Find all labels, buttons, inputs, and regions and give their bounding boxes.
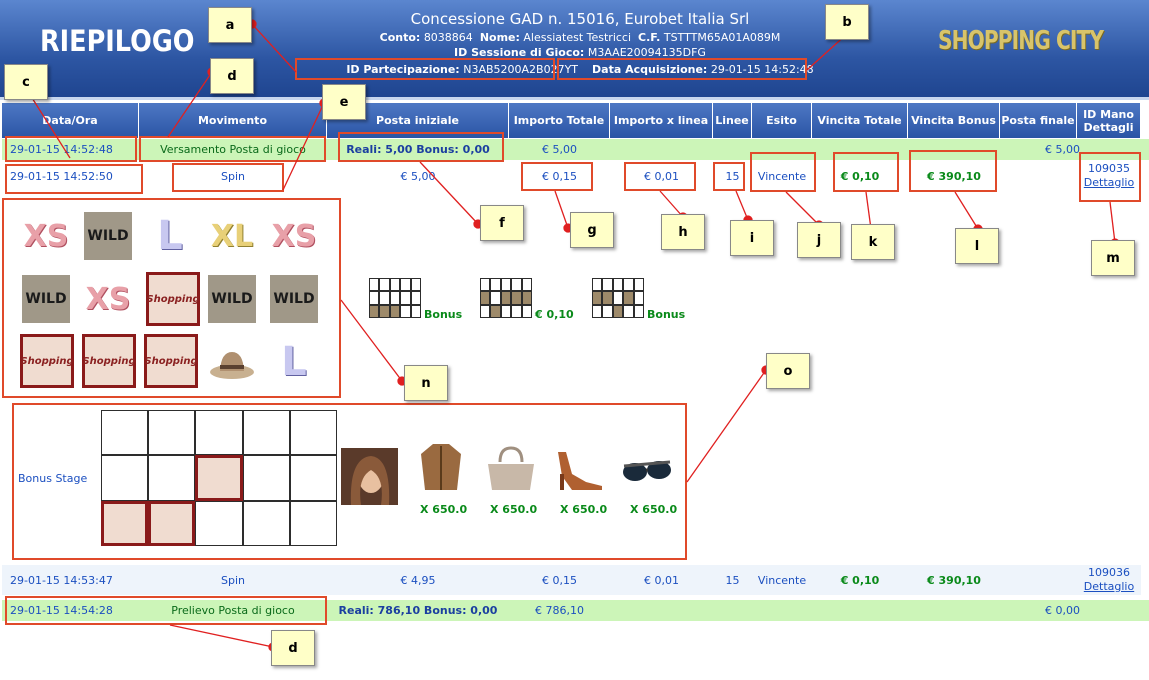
annotation-note: g — [570, 212, 614, 248]
annotation-note: i — [730, 220, 774, 256]
annotation-note: d — [210, 58, 254, 94]
annotation-note: k — [851, 224, 895, 260]
annotation-note: c — [4, 64, 48, 100]
annotation-note: j — [797, 222, 841, 258]
annotation-note: d — [271, 630, 315, 666]
annotation-note: b — [825, 4, 869, 40]
annotation-connectors — [17, 19, 1120, 652]
annotation-note: n — [404, 365, 448, 401]
annotation-note: a — [208, 7, 252, 43]
annotation-note: m — [1091, 240, 1135, 276]
annotation-note: l — [955, 228, 999, 264]
annotation-note: f — [480, 205, 524, 241]
annotation-note: o — [766, 353, 810, 389]
annotation-note: e — [322, 84, 366, 120]
annotation-note: h — [661, 214, 705, 250]
